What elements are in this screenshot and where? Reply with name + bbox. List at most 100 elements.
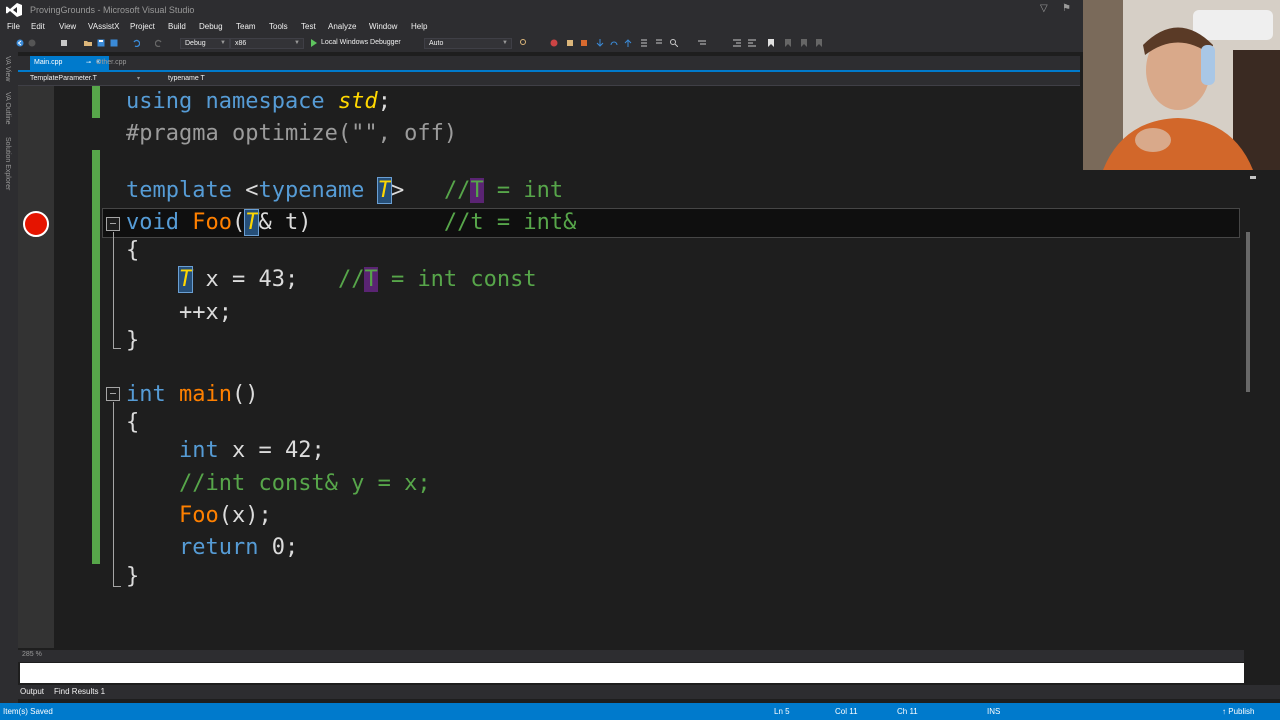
side-tab-va-view[interactable]: VA View xyxy=(4,56,11,81)
solution-platform-select[interactable]: x86 ▼ xyxy=(230,38,304,49)
menu-window[interactable]: Window xyxy=(369,22,397,31)
menu-build[interactable]: Build xyxy=(168,22,186,31)
tab-other-cpp[interactable]: Other.cpp xyxy=(92,56,162,70)
template-param-reference[interactable]: T xyxy=(177,266,194,293)
start-debugger-button[interactable]: Local Windows Debugger xyxy=(321,39,401,46)
pin-icon[interactable]: ⊸ xyxy=(86,56,91,70)
outdent-icon[interactable] xyxy=(748,39,756,47)
zoom-level[interactable]: 285 % xyxy=(22,651,42,658)
tab-output[interactable]: Output xyxy=(20,687,44,696)
breakpoint-icon[interactable] xyxy=(23,211,49,237)
collapse-foo-icon[interactable] xyxy=(106,217,120,231)
scope-select[interactable]: TemplateParameter.T ▾ xyxy=(24,73,144,85)
save-all-icon[interactable] xyxy=(110,39,118,47)
code-editor[interactable]: using namespace std; #pragma optimize(""… xyxy=(18,86,1244,648)
menu-help[interactable]: Help xyxy=(411,22,427,31)
menu-tools[interactable]: Tools xyxy=(269,22,288,31)
member-select[interactable]: typename T xyxy=(162,73,362,85)
forward-icon[interactable] xyxy=(28,39,36,47)
outline-guide-end xyxy=(113,348,121,349)
code-line-12[interactable]: //int const& y = x; xyxy=(126,470,431,498)
next-bookmark-icon[interactable] xyxy=(784,39,792,47)
status-line: Ln 5 xyxy=(774,707,790,716)
notifications-icon[interactable]: ⚑ xyxy=(1062,3,1071,14)
code-line-15[interactable]: } xyxy=(126,563,139,591)
namespace-name: std xyxy=(337,89,378,114)
code-line-5[interactable]: { xyxy=(126,237,139,265)
outline-guide-end xyxy=(113,586,121,587)
chevron-down-icon: ▼ xyxy=(294,40,300,46)
code-line-13[interactable]: Foo(x); xyxy=(126,502,272,530)
redo-icon[interactable] xyxy=(155,39,163,47)
scrollbar-thumb[interactable] xyxy=(1246,232,1250,392)
save-icon[interactable] xyxy=(97,39,105,47)
tab-find-results[interactable]: Find Results 1 xyxy=(54,687,105,696)
undo-icon[interactable] xyxy=(132,39,140,47)
prev-bookmark-icon[interactable] xyxy=(800,39,808,47)
horizontal-scrollbar[interactable]: 285 % xyxy=(18,650,1244,662)
outline-icon[interactable] xyxy=(698,39,706,47)
clear-bookmarks-icon[interactable] xyxy=(815,39,823,47)
code-line-10[interactable]: { xyxy=(126,409,139,437)
output-panel[interactable] xyxy=(20,663,1244,683)
menu-view[interactable]: View xyxy=(59,22,76,31)
code-line-9[interactable]: int main() xyxy=(126,381,258,409)
filter-icon[interactable]: ▽ xyxy=(1040,3,1048,14)
step-over-icon[interactable] xyxy=(610,39,618,47)
template-param-reference[interactable]: T xyxy=(244,209,260,236)
code-line-2[interactable]: #pragma optimize("", off) xyxy=(126,120,457,148)
indent-icon[interactable] xyxy=(733,39,741,47)
menu-analyze[interactable]: Analyze xyxy=(328,22,356,31)
vertical-scrollbar[interactable] xyxy=(1244,172,1256,648)
code-line-6[interactable]: T x = 43; //T = int const xyxy=(126,266,537,294)
code-line-1[interactable]: using namespace std; xyxy=(126,88,391,116)
template-param-selected[interactable]: T xyxy=(376,177,392,204)
menu-file[interactable]: File xyxy=(7,22,20,31)
side-tab-solution-explorer[interactable]: Solution Explorer xyxy=(4,137,11,190)
uncomment-icon[interactable] xyxy=(655,39,663,47)
menu-edit[interactable]: Edit xyxy=(31,22,45,31)
change-bar xyxy=(92,436,100,564)
publish-button[interactable]: ↑ Publish xyxy=(1222,707,1254,716)
breakpoint-toolbar-icon[interactable] xyxy=(550,39,558,47)
solution-configuration-select[interactable]: Debug ▼ xyxy=(180,38,230,49)
bookmark-toolbar-icon[interactable] xyxy=(566,39,574,47)
statement: 0; xyxy=(258,535,299,560)
collapse-main-icon[interactable] xyxy=(106,387,120,401)
code-line-11[interactable]: int x = 42; xyxy=(126,437,325,465)
menu-debug[interactable]: Debug xyxy=(199,22,223,31)
comment-icon[interactable] xyxy=(640,39,648,47)
step-out-icon[interactable] xyxy=(624,39,632,47)
function-name: Foo xyxy=(192,210,232,235)
menu-test[interactable]: Test xyxy=(301,22,316,31)
chevron-down-icon: ▾ xyxy=(137,76,141,82)
menu-vassistx[interactable]: VAssistX xyxy=(88,22,119,31)
code-line-4[interactable]: void Foo(T& t) //t = int& xyxy=(126,209,576,237)
debugger-mode-select[interactable]: Auto ▼ xyxy=(424,38,512,49)
bookmark-icon[interactable] xyxy=(767,39,775,47)
code-line-7[interactable]: ++x; xyxy=(126,299,232,327)
menu-team[interactable]: Team xyxy=(236,22,256,31)
status-message: Item(s) Saved xyxy=(3,707,53,716)
code-line-3[interactable]: template <typename T> //T = int xyxy=(126,177,563,205)
glyph-margin[interactable] xyxy=(18,86,54,648)
search-icon[interactable] xyxy=(670,39,678,47)
punctuation: ( xyxy=(231,210,246,235)
code-line-14[interactable]: return 0; xyxy=(126,534,298,562)
brace: { xyxy=(126,238,140,263)
start-debugging-icon[interactable] xyxy=(310,39,318,47)
bottom-tool-tabs: Output Find Results 1 xyxy=(18,685,1280,699)
code-line-8[interactable]: } xyxy=(126,327,139,355)
open-file-icon[interactable] xyxy=(84,39,92,47)
find-icon[interactable] xyxy=(520,39,528,47)
side-tab-va-outline[interactable]: VA Outline xyxy=(4,92,11,125)
new-project-icon[interactable] xyxy=(60,39,68,47)
back-icon[interactable] xyxy=(16,39,24,47)
status-bar: Item(s) Saved Ln 5 Col 11 Ch 11 INS ↑ Pu… xyxy=(0,703,1280,720)
menu-project[interactable]: Project xyxy=(130,22,155,31)
step-into-icon[interactable] xyxy=(596,39,604,47)
refactor-icon[interactable] xyxy=(580,39,588,47)
status-column: Col 11 xyxy=(835,707,858,716)
document-tab-row: Main.cpp ⊸ × Other.cpp xyxy=(18,56,1080,70)
keyword: int xyxy=(178,438,219,463)
